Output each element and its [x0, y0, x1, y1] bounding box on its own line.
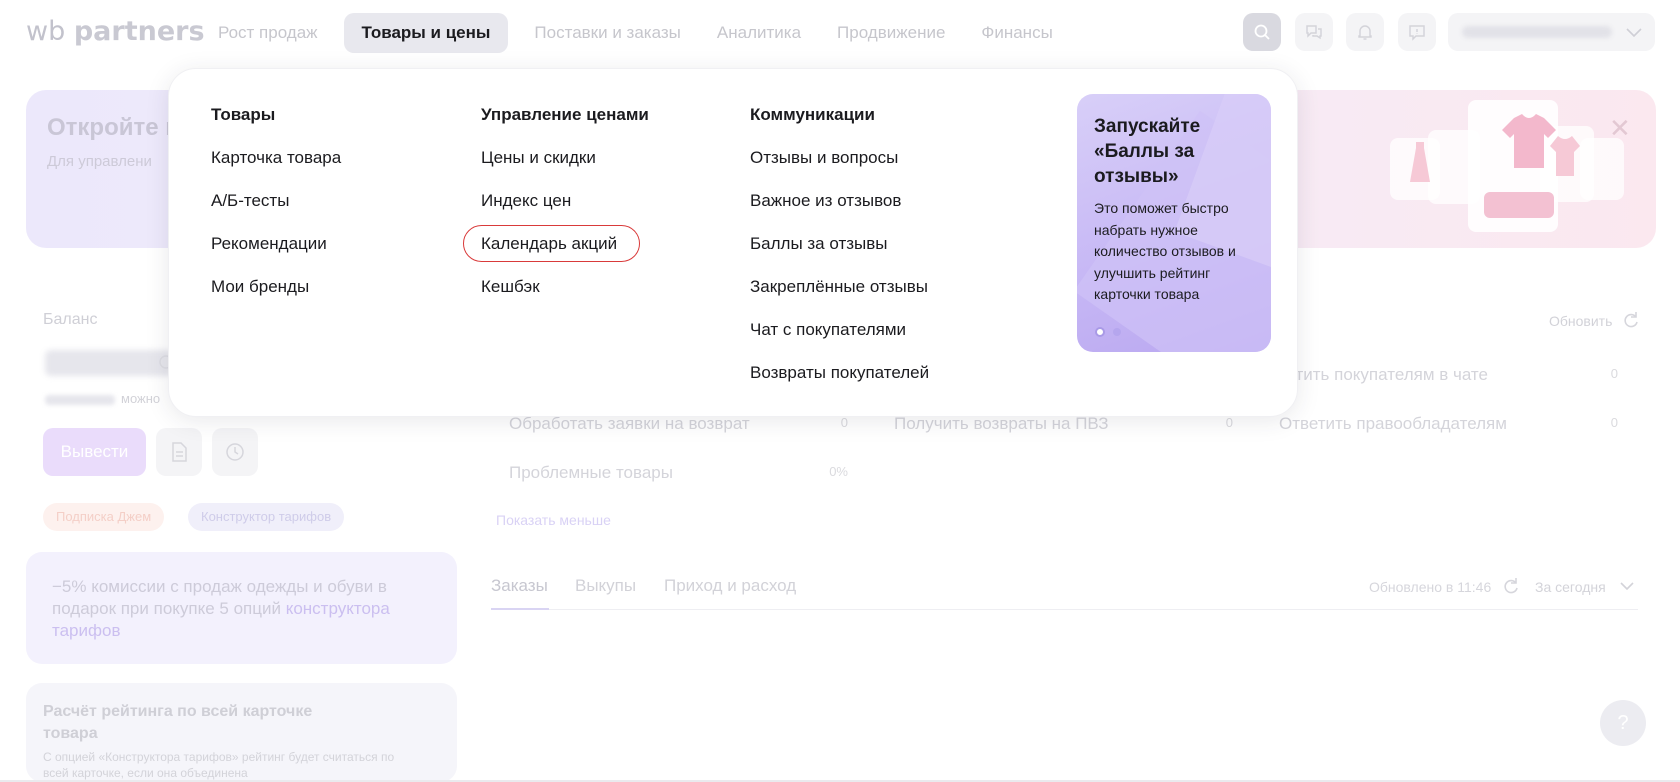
- promo-subtitle: Для управлени: [47, 153, 152, 170]
- nav-analytics[interactable]: Аналитика: [707, 13, 811, 53]
- nav-supplies-orders[interactable]: Поставки и заказы: [524, 13, 690, 53]
- menu-link-reviews-questions[interactable]: Отзывы и вопросы: [750, 148, 898, 168]
- main-nav: Рост продаж Товары и цены Поставки и зак…: [208, 13, 1079, 53]
- history-icon: [226, 443, 244, 461]
- balance-note: можно: [45, 391, 160, 406]
- menu-link-pinned-reviews[interactable]: Закреплённые отзывы: [750, 277, 928, 297]
- menu-link-product-card[interactable]: Карточка товара: [211, 148, 341, 168]
- menu-heading-products[interactable]: Товары: [211, 105, 275, 125]
- search-icon: [1254, 24, 1270, 40]
- refresh-icon: [1624, 312, 1638, 328]
- banner-text: Это поможет быстро набрать нужное количе…: [1094, 200, 1236, 303]
- wb-partners-logo[interactable]: wb partners: [26, 16, 205, 47]
- highlight-annotation: [463, 225, 640, 262]
- notifications-button[interactable]: [1346, 13, 1384, 51]
- menu-link-cashback[interactable]: Кешбэк: [481, 277, 540, 297]
- top-header: wb partners Рост продаж Товары и цены По…: [0, 0, 1680, 64]
- menu-link-buyer-returns[interactable]: Возвраты покупателей: [750, 363, 929, 383]
- tab-income-expense[interactable]: Приход и расход: [664, 576, 796, 596]
- tag-tariff-constructor[interactable]: Конструктор тарифов: [188, 503, 345, 531]
- balance-label: Баланс: [43, 311, 98, 328]
- nav-sales-growth[interactable]: Рост продаж: [208, 13, 328, 53]
- account-name-blurred: [1462, 26, 1612, 38]
- menu-link-my-brands[interactable]: Мои бренды: [211, 277, 309, 297]
- document-icon: [172, 442, 187, 462]
- rating-title: Расчёт рейтинга по всей карточке товара: [43, 703, 313, 742]
- chevron-down-icon: [1620, 582, 1634, 591]
- task-problem-products[interactable]: Проблемные товары 0%: [492, 455, 862, 489]
- task-reply-rightholders[interactable]: Ответить правообладателям 0: [1262, 406, 1632, 440]
- bell-icon: [1358, 25, 1372, 40]
- task-reply-chat[interactable]: зетить покупателям в чате 0: [1262, 357, 1632, 391]
- menu-link-review-points[interactable]: Баллы за отзывы: [750, 234, 888, 254]
- menu-link-recommendations[interactable]: Рекомендации: [211, 234, 327, 254]
- support-icon: [1409, 25, 1425, 41]
- period-select[interactable]: За сегодня: [1535, 579, 1634, 595]
- nav-promotion[interactable]: Продвижение: [827, 13, 955, 53]
- balance-amount-blurred: [45, 350, 173, 376]
- updated-time[interactable]: Обновлено в 11:46: [1369, 578, 1518, 595]
- tab-orders[interactable]: Заказы: [491, 576, 548, 596]
- nav-finance[interactable]: Финансы: [971, 13, 1062, 53]
- account-menu[interactable]: [1448, 13, 1655, 51]
- menu-link-buyer-chat[interactable]: Чат с покупателями: [750, 320, 906, 340]
- commission-offer-text: −5% комиссии с продаж одежды и обуви в п…: [52, 577, 390, 640]
- chat-icon: [1306, 25, 1322, 40]
- menu-link-ab-tests[interactable]: А/Б-тесты: [211, 191, 289, 211]
- shopping-illustration: [1390, 96, 1630, 236]
- menu-link-important-reviews[interactable]: Важное из отзывов: [750, 191, 901, 211]
- menu-link-prices-discounts[interactable]: Цены и скидки: [481, 148, 596, 168]
- menu-heading-communications[interactable]: Коммуникации: [750, 105, 875, 125]
- show-less-link[interactable]: Показать меньше: [496, 512, 611, 528]
- menu-link-price-index[interactable]: Индекс цен: [481, 191, 571, 211]
- menu-heading-price-management[interactable]: Управление ценами: [481, 105, 649, 125]
- chat-button[interactable]: [1295, 13, 1333, 51]
- tag-jam-subscription[interactable]: Подписка Джем: [43, 503, 165, 531]
- carousel-dot-2[interactable]: [1113, 328, 1121, 336]
- rating-body: С опцией «Конструктора тарифов» рейтинг …: [43, 750, 395, 780]
- promo-title: Откройте к: [47, 114, 178, 141]
- withdraw-button[interactable]: Вывести: [43, 428, 146, 476]
- banner-title: Запускайте «Баллы за отзывы»: [1094, 116, 1201, 187]
- nav-products-prices[interactable]: Товары и цены: [343, 13, 509, 53]
- help-button[interactable]: ?: [1600, 700, 1646, 746]
- refresh-icon: [1504, 578, 1518, 594]
- search-button[interactable]: [1243, 13, 1281, 51]
- chevron-down-icon: [1626, 28, 1642, 38]
- review-points-banner[interactable]: Запускайте «Баллы за отзывы» Это поможет…: [1077, 94, 1271, 352]
- carousel-dot-1[interactable]: [1095, 327, 1105, 337]
- document-button[interactable]: [156, 428, 202, 476]
- support-button[interactable]: [1398, 13, 1436, 51]
- active-tab-indicator: [491, 608, 549, 610]
- history-button[interactable]: [212, 428, 258, 476]
- tab-buyouts[interactable]: Выкупы: [575, 576, 636, 596]
- refresh-button[interactable]: Обновить: [1549, 312, 1638, 329]
